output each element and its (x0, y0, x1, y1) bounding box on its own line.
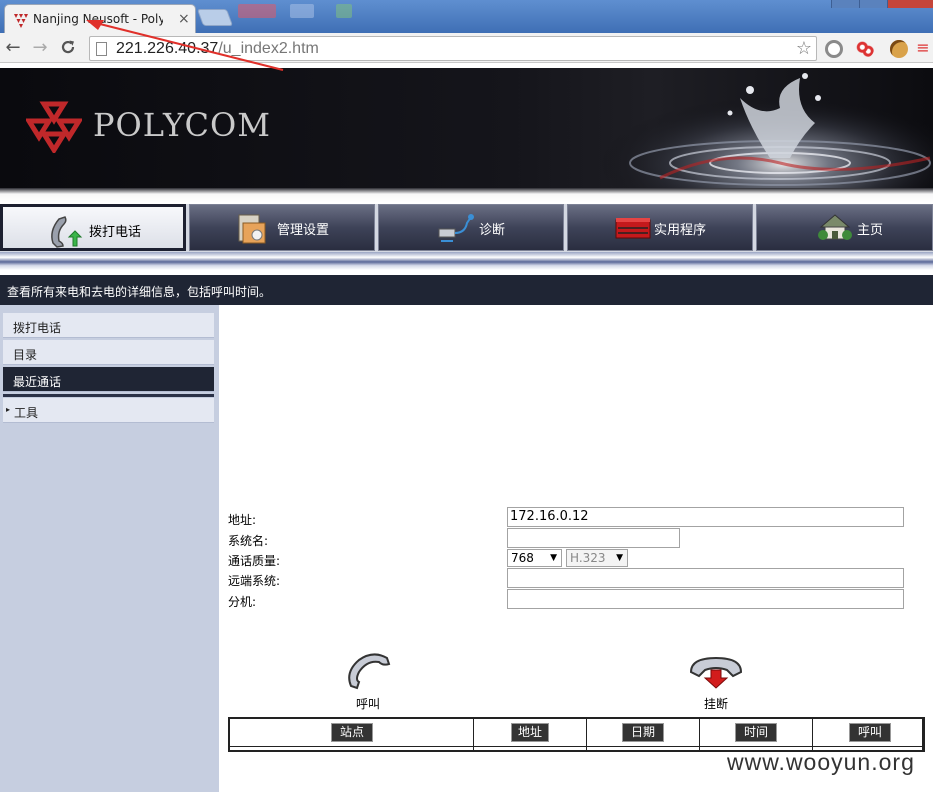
nav-tab-label: 主页 (857, 223, 884, 238)
call-rate-select[interactable]: 768 ▼ (507, 549, 562, 567)
nav-tab-label: 实用程序 (654, 223, 707, 238)
nav-tab-label: 拨打电话 (89, 225, 142, 240)
sidebar-item-tools[interactable]: ▸ 工具 (3, 398, 214, 423)
browser-toolbar: ← → 221.226.40.37/u_index2.htm ☆ ≡ (0, 33, 933, 63)
hangup-button[interactable]: 挂断 (686, 652, 746, 712)
polycom-logo-text: POLYCOM (93, 106, 272, 144)
extension-input[interactable] (507, 589, 904, 609)
table-column: 地址 (474, 719, 587, 752)
extension-ring-icon[interactable] (825, 40, 843, 58)
call-protocol-select[interactable]: H.323 ▼ (566, 549, 628, 567)
banner-divider (0, 188, 933, 203)
dropdown-caret-icon: ▼ (550, 553, 557, 563)
remote-system-label: 远端系统: (228, 574, 281, 588)
page-description-bar: 查看所有来电和去电的详细信息，包括呼叫时间。 (0, 275, 933, 305)
utilities-icon (615, 218, 651, 239)
browser-tab-active[interactable]: Nanjing Neusoft - Polyc × (4, 4, 196, 33)
call-label: 呼叫 (355, 697, 380, 711)
bookmark-star-icon[interactable]: ☆ (796, 38, 812, 59)
call-log-table: 站点 地址 日期 时间 呼叫 (228, 717, 925, 752)
sidebar-item-label: 最近通话 (13, 375, 62, 389)
forward-arrow-icon[interactable]: → (30, 38, 50, 58)
admin-settings-icon (238, 214, 266, 244)
nav-tab-diagnostics[interactable]: 诊断 (378, 204, 564, 251)
address-bar-url: 221.226.40.37/u_index2.htm (116, 40, 319, 58)
sidebar-item-recent-calls[interactable]: 最近通话 (3, 367, 214, 392)
window-controls (831, 0, 933, 8)
column-header-call[interactable]: 呼叫 (849, 723, 891, 742)
page-description: 查看所有来电和去电的详细信息，包括呼叫时间。 (7, 285, 272, 299)
sidebar-item-label: 拨打电话 (13, 321, 62, 335)
nav-tab-home[interactable]: 主页 (756, 204, 933, 251)
call-quality-label: 通话质量: (228, 554, 281, 568)
table-column: 日期 (587, 719, 700, 752)
table-column: 站点 (230, 719, 474, 752)
hangup-handset-icon (689, 656, 743, 689)
blurred-tab-decoration (336, 4, 352, 18)
phone-icon (51, 216, 83, 248)
expand-arrow-icon: ▸ (6, 405, 11, 414)
table-row-divider (230, 746, 923, 747)
watermark: www.wooyun.org (727, 749, 915, 775)
cookie-extension-icon[interactable] (890, 40, 908, 58)
table-column: 时间 (700, 719, 813, 752)
hangup-label: 挂断 (703, 697, 728, 711)
sidebar-item-place-call[interactable]: 拨打电话 (3, 313, 214, 338)
sidebar-item-directory[interactable]: 目录 (3, 340, 214, 365)
extension-label: 分机: (228, 595, 257, 609)
dropdown-caret-icon: ▼ (616, 553, 623, 563)
system-name-input[interactable] (507, 528, 680, 548)
nav-tab-label: 诊断 (479, 223, 506, 238)
nav-tab-place-call[interactable]: 拨打电话 (0, 204, 186, 251)
minimize-button[interactable] (831, 0, 859, 8)
address-bar[interactable]: 221.226.40.37/u_index2.htm ☆ (89, 36, 817, 61)
address-label: 地址: (228, 513, 257, 527)
back-arrow-icon[interactable]: ← (3, 38, 23, 58)
polycom-logo-icon (26, 101, 82, 153)
sidebar-item-label: 工具 (14, 406, 39, 420)
main-navigation: 拨打电话 管理设置 诊断 实用程序 主页 (0, 204, 933, 252)
polycom-banner: POLYCOM (0, 68, 933, 191)
call-protocol-value: H.323 (570, 551, 606, 565)
extension-rings-icon[interactable] (856, 40, 874, 58)
maximize-button[interactable] (859, 0, 887, 8)
remote-system-input[interactable] (507, 568, 904, 588)
window-close-button[interactable] (887, 0, 933, 8)
sidebar-divider (3, 394, 214, 397)
polycom-favicon-icon (14, 14, 28, 28)
url-host: 221.226.40.37 (116, 40, 219, 57)
browser-tab-strip: Nanjing Neusoft - Polyc × (0, 0, 933, 33)
call-button[interactable]: 呼叫 (340, 652, 396, 712)
reload-glyph (61, 40, 75, 54)
call-handset-icon (348, 653, 391, 690)
url-path: /u_index2.htm (218, 40, 319, 57)
menu-icon[interactable]: ≡ (913, 38, 933, 58)
column-header-address[interactable]: 地址 (511, 723, 549, 742)
home-icon (818, 214, 852, 240)
diagnostics-icon (438, 214, 474, 242)
page-icon (96, 42, 107, 56)
address-input[interactable]: 172.16.0.12 (507, 507, 904, 527)
system-name-label: 系统名: (228, 534, 269, 548)
tab-title: Nanjing Neusoft - Polyc (33, 12, 163, 26)
table-column: 呼叫 (813, 719, 923, 752)
sidebar-item-label: 目录 (13, 348, 38, 362)
nav-underline-decoration (0, 252, 933, 270)
nav-tab-utilities[interactable]: 实用程序 (567, 204, 753, 251)
blurred-tab-decoration (290, 4, 314, 18)
reload-icon[interactable] (58, 38, 78, 58)
call-rate-value: 768 (511, 551, 534, 565)
blurred-tab-decoration (238, 4, 276, 18)
nav-tab-label: 管理设置 (277, 223, 330, 238)
column-header-site[interactable]: 站点 (331, 723, 373, 742)
tab-close-icon[interactable]: × (178, 11, 190, 27)
column-header-date[interactable]: 日期 (622, 723, 664, 742)
water-splash-image (600, 68, 933, 191)
new-tab-button[interactable] (196, 9, 234, 26)
column-header-time[interactable]: 时间 (735, 723, 777, 742)
nav-tab-admin-settings[interactable]: 管理设置 (189, 204, 375, 251)
